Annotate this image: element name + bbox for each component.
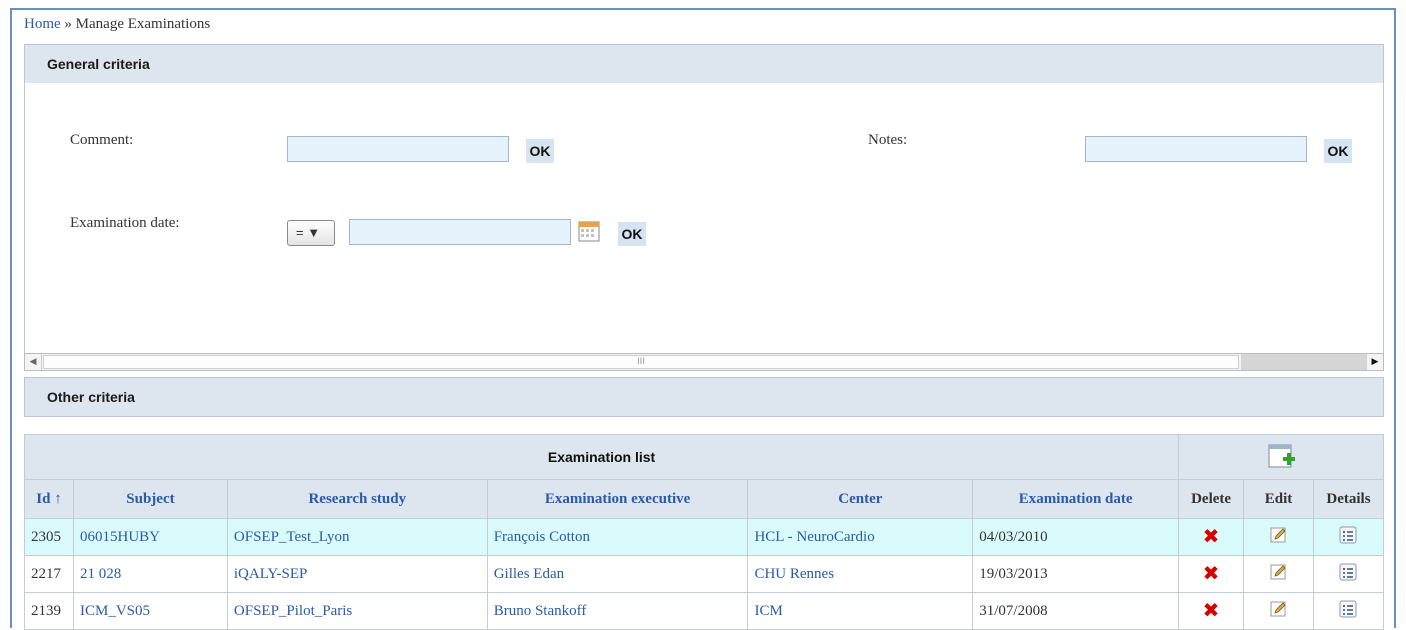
table-row[interactable]: 2217 21 028 iQALY-SEP Gilles Edan CHU Re… <box>24 555 1385 593</box>
cell-id: 2305 <box>24 518 74 556</box>
cell-study-link[interactable]: OFSEP_Test_Lyon <box>226 518 488 556</box>
edit-icon[interactable] <box>1270 563 1288 581</box>
add-examination-icon[interactable] <box>1266 442 1296 472</box>
delete-icon[interactable]: ✖ <box>1203 598 1220 622</box>
breadcrumb: Home » Manage Examinations <box>24 16 210 33</box>
cell-executive-link[interactable]: Gilles Edan <box>486 555 749 593</box>
cell-executive-link[interactable]: Bruno Stankoff <box>486 592 749 630</box>
scroll-track[interactable] <box>1241 354 1367 370</box>
details-icon[interactable] <box>1339 526 1357 544</box>
cell-center-link[interactable]: ICM <box>747 592 974 630</box>
cell-executive-link[interactable]: François Cotton <box>486 518 749 556</box>
cell-subject-link[interactable]: 21 028 <box>72 555 228 593</box>
details-icon[interactable] <box>1339 600 1357 618</box>
column-study-header[interactable]: Research study <box>226 479 488 519</box>
horizontal-scrollbar[interactable]: ◀ III ▶ <box>24 353 1384 371</box>
edit-icon[interactable] <box>1270 600 1288 618</box>
other-criteria-panel: Other criteria <box>24 377 1384 417</box>
examination-list-caption: Examination list <box>23 434 1180 480</box>
cell-subject-link[interactable]: ICM_VS05 <box>72 592 228 630</box>
cell-study-link[interactable]: iQALY-SEP <box>226 555 488 593</box>
examination-date-input[interactable] <box>349 219 571 245</box>
cell-subject-link[interactable]: 06015HUBY <box>72 518 228 556</box>
cell-date: 31/07/2008 <box>972 592 1180 630</box>
delete-icon[interactable]: ✖ <box>1203 524 1220 548</box>
notes-input[interactable] <box>1085 136 1307 162</box>
table-row[interactable]: 2139 ICM_VS05 OFSEP_Pilot_Paris Bruno St… <box>24 592 1385 630</box>
column-delete-header: Delete <box>1178 479 1245 519</box>
date-operator-select[interactable]: = ▼ <box>287 220 335 246</box>
column-center-header[interactable]: Center <box>747 479 974 519</box>
notes-ok-button[interactable]: OK <box>1324 139 1352 163</box>
notes-label: Notes: <box>868 132 908 148</box>
examination-date-label: Examination date: <box>70 215 180 231</box>
cell-center-link[interactable]: CHU Rennes <box>747 555 974 593</box>
scroll-right-icon[interactable]: ▶ <box>1367 354 1383 370</box>
column-id-header[interactable]: Id ↑ <box>24 479 74 519</box>
date-ok-button[interactable]: OK <box>618 222 646 246</box>
scroll-thumb[interactable]: III <box>43 355 1239 369</box>
calendar-icon[interactable] <box>578 220 600 242</box>
general-criteria-panel: General criteria <box>24 44 1384 370</box>
cell-study-link[interactable]: OFSEP_Pilot_Paris <box>226 592 488 630</box>
column-subject-header[interactable]: Subject <box>72 479 228 519</box>
breadcrumb-current: Manage Examinations <box>75 16 211 32</box>
column-date-header[interactable]: Examination date <box>972 479 1180 519</box>
table-row[interactable]: 2305 06015HUBY OFSEP_Test_Lyon François … <box>24 518 1385 556</box>
other-criteria-header[interactable]: Other criteria <box>25 378 1383 416</box>
general-criteria-header[interactable]: General criteria <box>25 45 1383 83</box>
comment-label: Comment: <box>70 132 134 148</box>
breadcrumb-home-link[interactable]: Home <box>24 16 61 32</box>
scroll-left-icon[interactable]: ◀ <box>25 354 42 370</box>
cell-date: 04/03/2010 <box>972 518 1180 556</box>
delete-icon[interactable]: ✖ <box>1203 561 1220 585</box>
cell-date: 19/03/2013 <box>972 555 1180 593</box>
comment-ok-button[interactable]: OK <box>526 139 554 163</box>
comment-input[interactable] <box>287 136 509 162</box>
column-edit-header: Edit <box>1243 479 1314 519</box>
breadcrumb-separator: » <box>60 16 76 32</box>
edit-icon[interactable] <box>1270 526 1288 544</box>
cell-id: 2139 <box>24 592 74 630</box>
details-icon[interactable] <box>1339 563 1357 581</box>
column-details-header: Details <box>1312 479 1385 519</box>
add-examination-cell <box>1178 434 1384 480</box>
column-executive-header[interactable]: Examination executive <box>486 479 749 519</box>
cell-center-link[interactable]: HCL - NeuroCardio <box>747 518 974 556</box>
examination-table: Examination list Id ↑ Subject Research s… <box>23 434 1385 630</box>
table-header-row: Id ↑ Subject Research study Examination … <box>24 479 1385 519</box>
cell-id: 2217 <box>24 555 74 593</box>
